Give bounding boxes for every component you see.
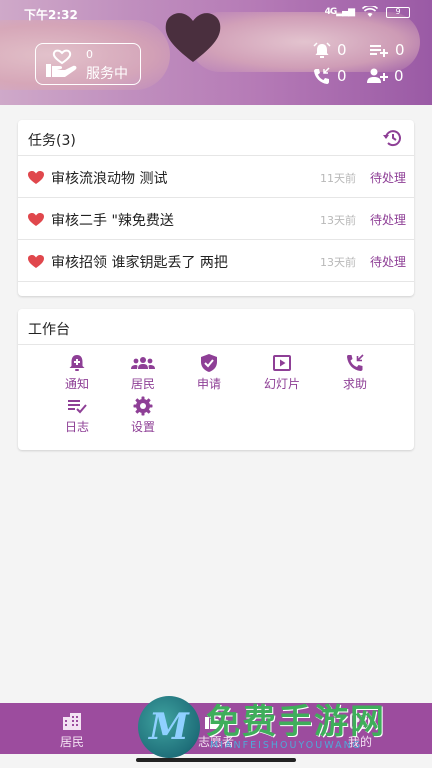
workbench-applications[interactable]: 申请 [176, 353, 242, 392]
group-add-icon [367, 68, 388, 83]
header-stat-group[interactable]: 0 [366, 67, 404, 85]
watermark-subtitle: MIANFEISHOUYOUWANG [210, 740, 363, 751]
header-banner: 下午2:32 4G▂▄▆ 9 0 服务中 0 0 0 0 [0, 0, 432, 105]
phone-help-icon [347, 354, 364, 371]
tasks-card-header: 任务(3) [18, 120, 414, 156]
residents-icon [131, 357, 155, 369]
workbench-label: 居民 [130, 377, 155, 391]
header-stat-alarm[interactable]: 0 [313, 41, 347, 59]
callback-count: 0 [337, 67, 347, 85]
workbench-slideshow[interactable]: 幻灯片 [249, 353, 315, 392]
shield-check-icon [201, 354, 217, 372]
workbench-log[interactable]: 日志 [44, 396, 110, 435]
task-title: 审核招领 谁家钥匙丢了 两把 [51, 255, 228, 271]
task-status-link[interactable]: 待处理 [370, 253, 406, 270]
phone-callback-icon [314, 67, 330, 84]
alarm-count: 0 [337, 41, 347, 59]
home-indicator [136, 758, 296, 762]
workbench-card-header: 工作台 [18, 309, 414, 345]
task-status-link[interactable]: 待处理 [370, 211, 406, 228]
slideshow-icon [273, 355, 291, 371]
workbench-notification[interactable]: 通知 [44, 353, 110, 392]
service-status-button[interactable]: 0 服务中 [35, 43, 141, 85]
workbench-label: 设置 [130, 420, 155, 434]
log-icon [68, 400, 87, 414]
alarm-icon [313, 42, 331, 58]
nav-label: 居民 [59, 735, 84, 749]
workbench-label: 幻灯片 [263, 377, 300, 391]
tasks-card: 任务(3) 审核流浪动物 测试 11天前 待处理 审核二手 "辣免费送 13天前… [18, 120, 414, 296]
watermark-title: 免费手游网 [206, 702, 386, 742]
battery-icon: 9 [386, 6, 410, 18]
heart-icon [28, 213, 44, 226]
workbench-title: 工作台 [28, 322, 70, 338]
workbench-label: 申请 [196, 377, 221, 391]
workbench-help[interactable]: 求助 [322, 353, 388, 392]
history-icon[interactable] [382, 127, 404, 149]
task-row[interactable]: 审核流浪动物 测试 11天前 待处理 [18, 156, 414, 198]
status-time: 下午2:32 [24, 8, 78, 22]
task-title: 审核流浪动物 测试 [51, 171, 168, 187]
task-row[interactable]: 审核二手 "辣免费送 13天前 待处理 [18, 198, 414, 240]
battery-level: 9 [395, 6, 401, 16]
signal-label: 4G [324, 7, 338, 17]
task-row[interactable]: 审核招领 谁家钥匙丢了 两把 13天前 待处理 [18, 240, 414, 282]
watermark-logo-letter: M [149, 706, 189, 748]
heart-icon [28, 171, 44, 184]
workbench-card: 工作台 通知 居民 申请 幻灯片 求助 日志 设置 [18, 309, 414, 450]
hand-heart-icon [46, 49, 77, 77]
task-title: 审核二手 "辣免费送 [51, 213, 174, 229]
heart-icon [28, 255, 44, 268]
playlist-add-icon [370, 45, 388, 57]
signal-icon: 4G▂▄▆ [324, 7, 355, 17]
task-age: 11天前 [320, 172, 356, 185]
wifi-icon [362, 6, 378, 17]
task-status-link[interactable]: 待处理 [370, 169, 406, 186]
gear-icon [133, 396, 153, 416]
workbench-residents[interactable]: 居民 [110, 353, 176, 392]
workbench-label: 通知 [64, 377, 89, 391]
header-stat-playlist[interactable]: 0 [369, 41, 405, 59]
workbench-settings[interactable]: 设置 [110, 396, 176, 435]
tasks-title: 任务(3) [28, 133, 76, 149]
workbench-label: 求助 [342, 377, 367, 391]
watermark-logo: M [138, 696, 200, 758]
header-stat-callback[interactable]: 0 [313, 67, 347, 85]
building-icon [63, 713, 81, 730]
task-age: 13天前 [320, 214, 356, 227]
watermark: M 免费手游网 MIANFEISHOUYOUWANG [138, 694, 428, 764]
workbench-label: 日志 [64, 420, 89, 434]
playlist-count: 0 [395, 41, 405, 59]
service-label: 服务中 [86, 66, 128, 82]
nav-residents[interactable]: 居民 [22, 703, 122, 754]
service-count: 0 [86, 48, 93, 61]
group-count: 0 [394, 67, 404, 85]
status-bar: 下午2:32 4G▂▄▆ 9 [0, 0, 432, 28]
notification-icon [69, 355, 85, 371]
task-age: 13天前 [320, 256, 356, 269]
